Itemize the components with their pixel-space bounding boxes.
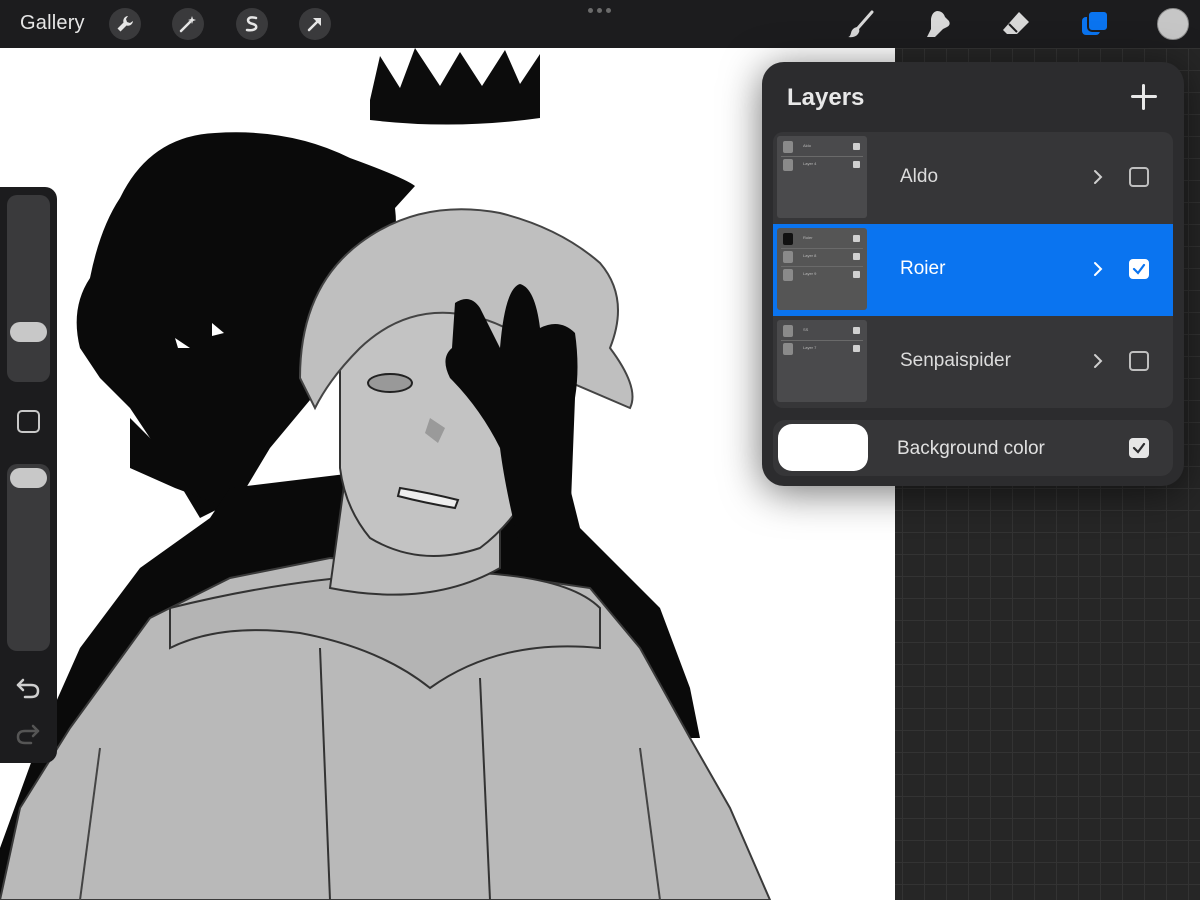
background-color-row[interactable]: Background color (773, 420, 1173, 476)
layer-row-aldo[interactable]: Aldo Layer 4 Aldo (773, 132, 1173, 224)
layer-thumbnail: SS Layer 7 (777, 320, 867, 402)
smudge-icon[interactable] (920, 6, 956, 42)
checkmark-icon (1132, 442, 1146, 454)
thumb-mini-icon (783, 251, 793, 263)
color-picker-swatch[interactable] (1157, 8, 1189, 40)
thumb-mini-icon (783, 325, 793, 337)
layers-title: Layers (787, 84, 865, 111)
top-toolbar: Gallery (0, 0, 1200, 48)
selection-icon[interactable] (236, 8, 268, 40)
thumb-mini-icon (783, 141, 793, 153)
thumb-label: Aldo (803, 143, 812, 148)
background-color-label: Background color (897, 438, 1045, 459)
eraser-icon[interactable] (998, 6, 1034, 42)
layers-panel: Layers Aldo Layer 4 Aldo Roier Layer 8 L… (762, 62, 1184, 486)
background-color-swatch[interactable] (778, 424, 868, 471)
redo-icon[interactable] (14, 721, 42, 747)
thumb-check-icon (853, 271, 860, 278)
chevron-right-icon[interactable] (1091, 167, 1105, 187)
checkmark-icon (1132, 263, 1146, 275)
artwork (0, 48, 772, 900)
magic-wand-icon[interactable] (172, 8, 204, 40)
left-sidebar (0, 187, 57, 763)
thumb-mini-icon (783, 159, 793, 171)
wrench-icon[interactable] (109, 8, 141, 40)
brush-size-thumb[interactable] (10, 322, 47, 342)
thumb-label: Layer 8 (803, 253, 817, 258)
thumb-check-icon (853, 161, 860, 168)
gallery-button[interactable]: Gallery (20, 12, 85, 35)
chevron-right-icon[interactable] (1091, 259, 1105, 279)
layer-thumbnail: Aldo Layer 4 (777, 136, 867, 218)
undo-icon[interactable] (14, 675, 42, 701)
eye (367, 373, 413, 393)
transform-arrow-icon[interactable] (299, 8, 331, 40)
brush-icon[interactable] (843, 6, 879, 42)
thumb-mini-icon (783, 233, 793, 245)
opacity-thumb[interactable] (10, 468, 47, 488)
brush-size-slider[interactable] (7, 195, 50, 382)
layer-row-senpaispider[interactable]: SS Layer 7 Senpaispider (773, 316, 1173, 408)
layer-thumbnail: Roier Layer 8 Layer 9 (777, 228, 867, 310)
modify-button[interactable] (17, 410, 40, 433)
procreate-app: Gallery Layers Aldo Layer 4 Aldo Roier L… (0, 0, 1200, 900)
layer-row-roier[interactable]: Roier Layer 8 Layer 9 Roier (773, 224, 1173, 316)
thumb-mini-icon (783, 269, 793, 281)
window-grabber[interactable] (588, 8, 611, 13)
chevron-right-icon[interactable] (1091, 351, 1105, 371)
thumb-label: Layer 9 (803, 271, 817, 276)
thumb-check-icon (853, 327, 860, 334)
thumb-label: SS (803, 327, 809, 332)
thumb-check-icon (853, 345, 860, 352)
crown-drawing (370, 48, 540, 125)
thumb-label: Roier (803, 235, 813, 240)
thumb-mini-icon (783, 343, 793, 355)
layers-icon[interactable] (1077, 6, 1113, 42)
layer-visibility-checkbox[interactable] (1129, 167, 1149, 187)
plus-icon[interactable] (1129, 82, 1159, 112)
background-visibility-checkbox[interactable] (1129, 438, 1149, 458)
thumb-label: Layer 7 (803, 345, 817, 350)
layer-name: Roier (900, 258, 946, 279)
thumb-divider (781, 156, 863, 157)
thumb-check-icon (853, 235, 860, 242)
layer-name: Senpaispider (900, 350, 1011, 371)
layer-visibility-checkbox[interactable] (1129, 259, 1149, 279)
thumb-label: Layer 4 (803, 161, 817, 166)
layer-name: Aldo (900, 166, 939, 187)
thumb-divider (781, 266, 863, 267)
thumb-check-icon (853, 253, 860, 260)
thumb-divider (781, 340, 863, 341)
thumb-divider (781, 248, 863, 249)
opacity-slider[interactable] (7, 464, 50, 651)
drawing-canvas[interactable] (0, 48, 895, 900)
layer-visibility-checkbox[interactable] (1129, 351, 1149, 371)
thumb-check-icon (853, 143, 860, 150)
